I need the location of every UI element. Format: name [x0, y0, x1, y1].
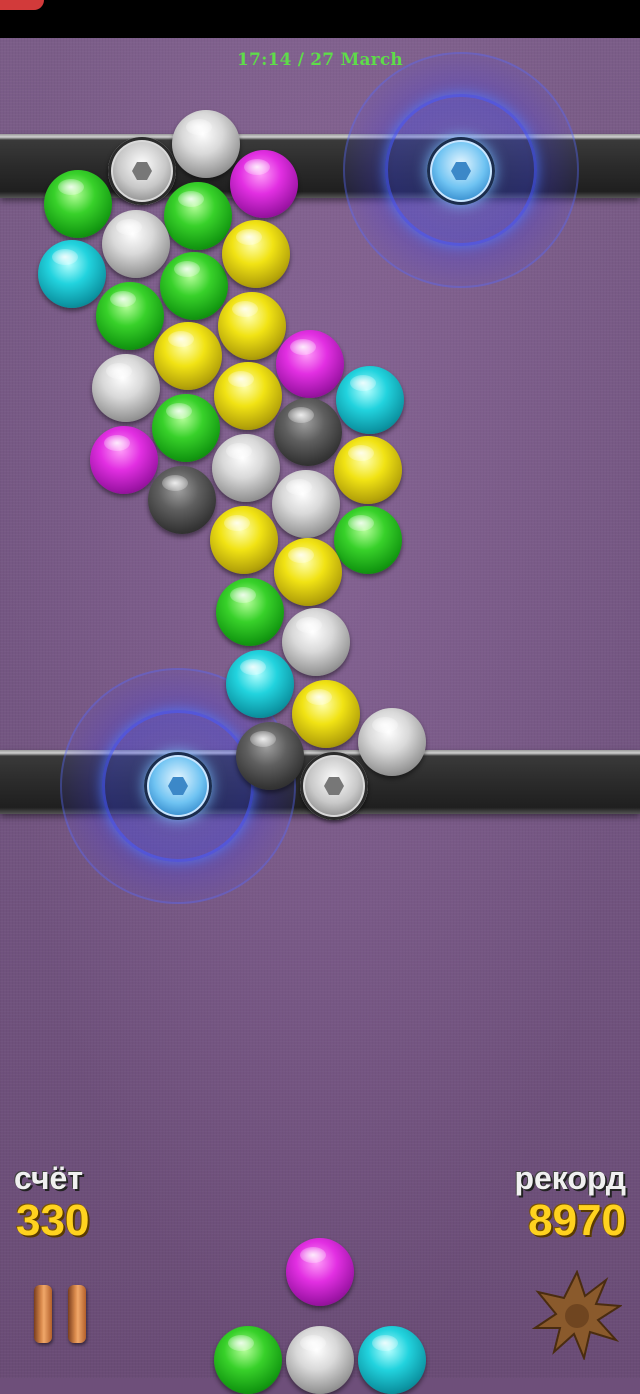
ball-dark — [148, 466, 216, 534]
ball-yellow — [334, 436, 402, 504]
status-bar — [0, 0, 640, 38]
ball-cyan — [38, 240, 106, 308]
explosion-icon — [531, 1269, 624, 1362]
ball-dark — [236, 722, 304, 790]
ball-cyan — [336, 366, 404, 434]
ball-magenta — [90, 426, 158, 494]
ball-silver — [102, 210, 170, 278]
ball-silver — [172, 110, 240, 178]
ball-yellow — [218, 292, 286, 360]
ball-green — [152, 394, 220, 462]
ball-yellow — [292, 680, 360, 748]
score-value: 330 — [16, 1196, 90, 1245]
ball-silver — [92, 354, 160, 422]
ball-yellow — [210, 506, 278, 574]
score-label: счёт — [14, 1160, 84, 1196]
next-ball-cyan — [358, 1326, 426, 1394]
next-ball-silver — [286, 1326, 354, 1394]
ball-magenta — [276, 330, 344, 398]
ball-green — [164, 182, 232, 250]
ball-cyan — [226, 650, 294, 718]
ball-magenta — [230, 150, 298, 218]
ball-silver — [272, 470, 340, 538]
ball-yellow — [154, 322, 222, 390]
bomb-button[interactable] — [531, 1269, 624, 1362]
current-ball-magenta[interactable] — [286, 1238, 354, 1306]
rotation-pivot-bottom[interactable] — [144, 752, 212, 820]
rail-bolt-bottom-right — [300, 752, 368, 820]
ball-silver — [282, 608, 350, 676]
ball-green — [44, 170, 112, 238]
rail-bolt-top-left — [108, 137, 176, 205]
ball-yellow — [274, 538, 342, 606]
ball-yellow — [222, 220, 290, 288]
ball-dark — [274, 398, 342, 466]
ball-silver — [212, 434, 280, 502]
status-bar-corner — [0, 0, 44, 10]
ball-yellow — [214, 362, 282, 430]
next-ball-green — [214, 1326, 282, 1394]
record-value: 8970 — [528, 1196, 626, 1245]
record-label: рекорд — [514, 1160, 626, 1196]
rotation-pivot-top[interactable] — [427, 137, 495, 205]
ball-green — [334, 506, 402, 574]
pause-icon — [34, 1285, 52, 1343]
ball-silver — [358, 708, 426, 776]
pause-icon-bar — [68, 1285, 86, 1343]
pause-button[interactable] — [34, 1285, 90, 1343]
clock-label: 17:14 / 27 March — [237, 50, 403, 70]
ball-green — [160, 252, 228, 320]
ball-green — [216, 578, 284, 646]
ball-green — [96, 282, 164, 350]
